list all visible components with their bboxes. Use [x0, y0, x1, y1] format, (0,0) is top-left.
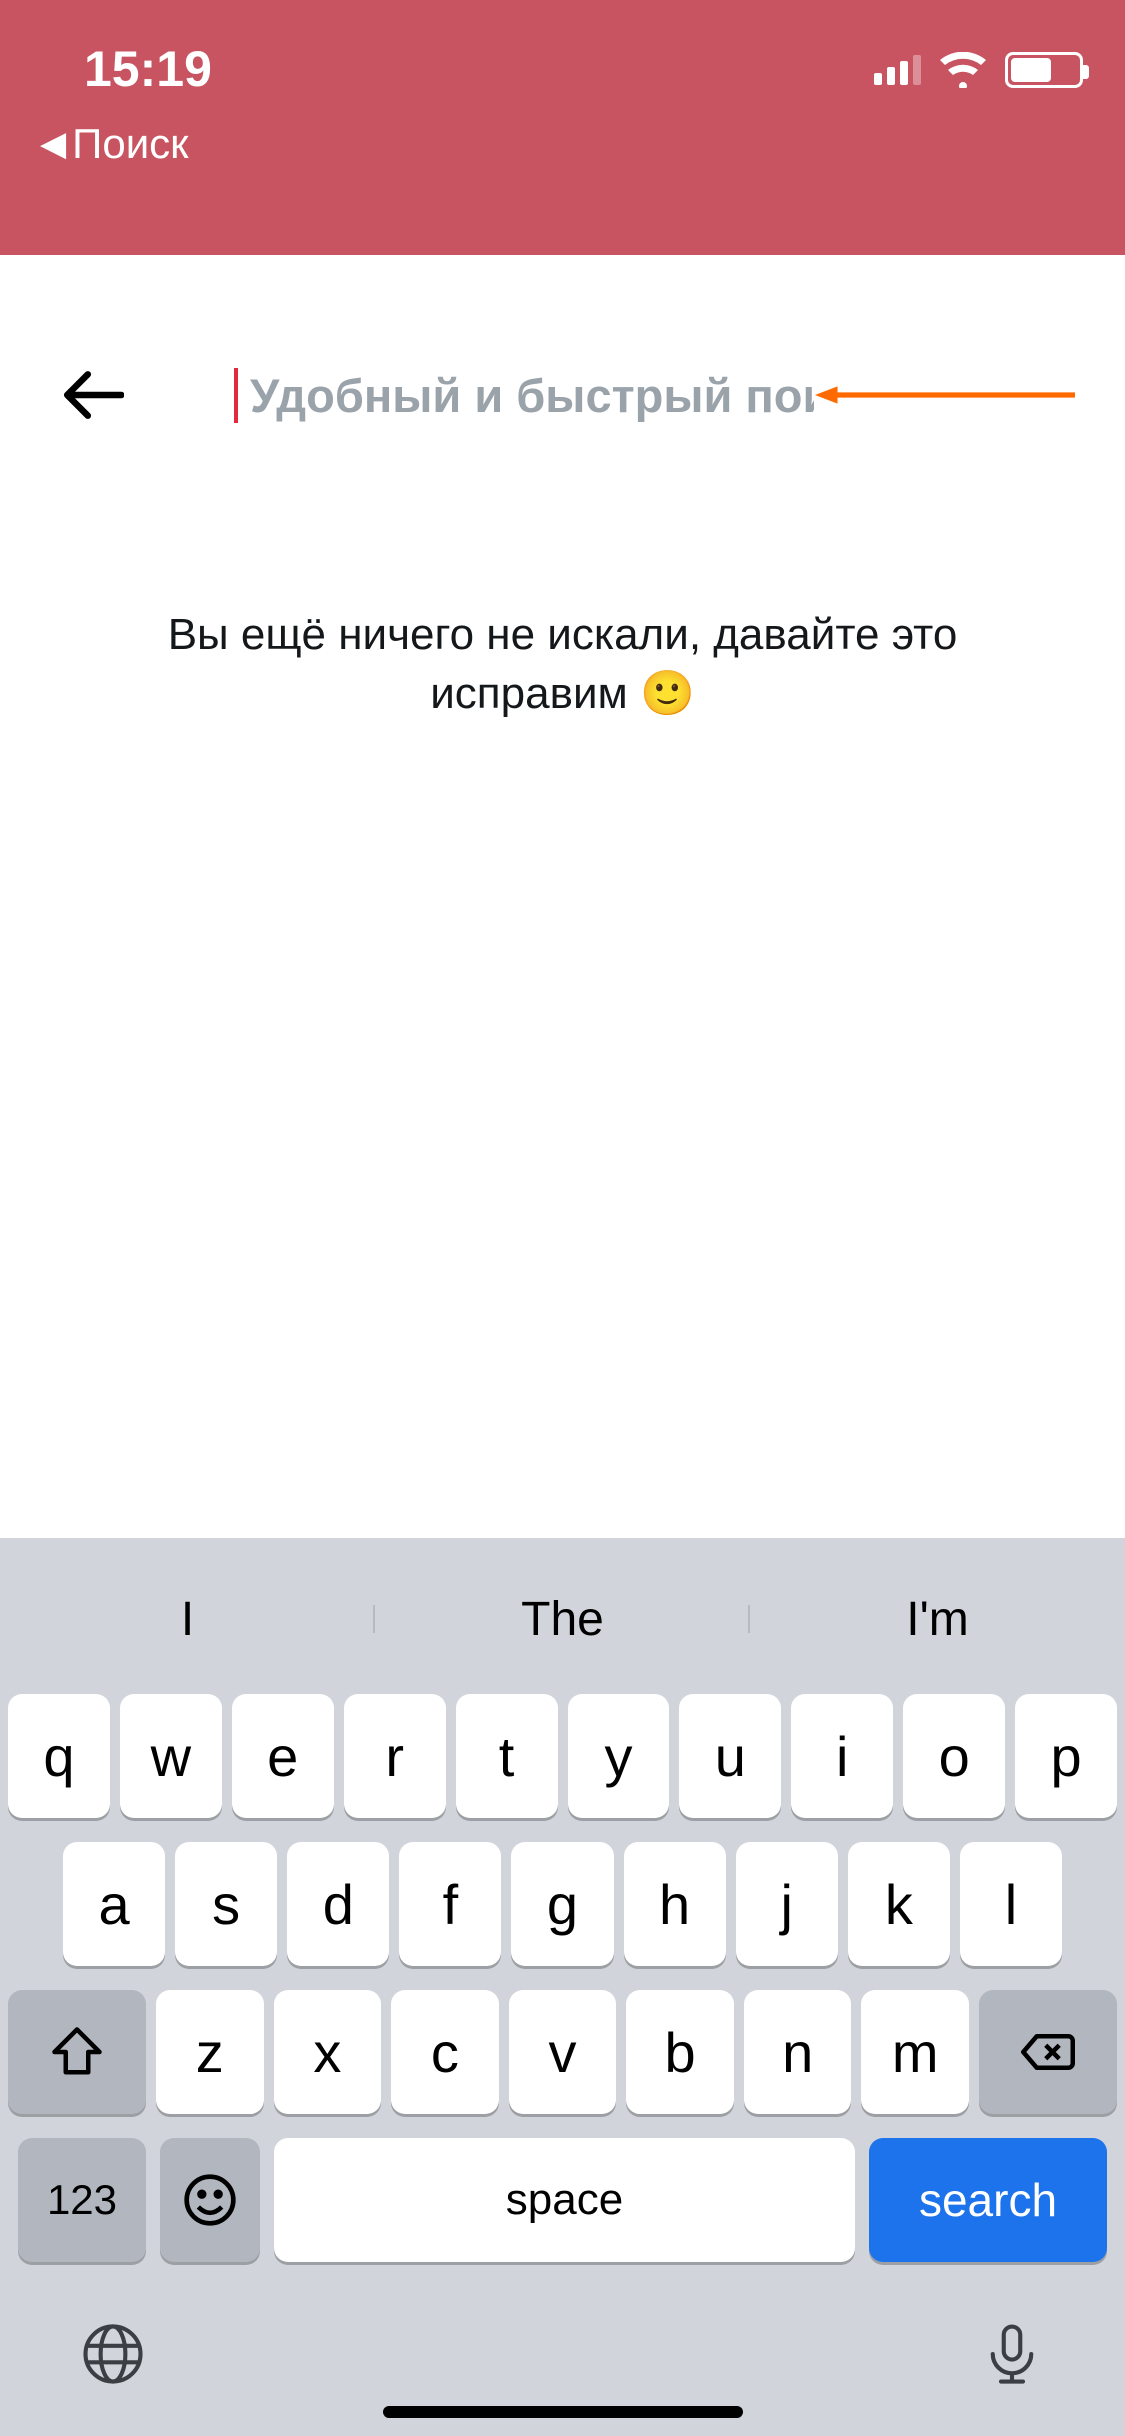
key-k[interactable]: k	[848, 1842, 950, 1966]
app-sheet: Вы ещё ничего не искали, давайте это исп…	[0, 255, 1125, 2436]
suggestion[interactable]: I	[0, 1592, 375, 1647]
cellular-icon	[874, 55, 921, 85]
key-d[interactable]: d	[287, 1842, 389, 1966]
chevron-left-icon: ◀	[40, 124, 66, 164]
annotation-arrow-icon	[814, 383, 1075, 407]
key-n[interactable]: n	[744, 1990, 852, 2114]
status-bar: 15:19 ◀ Поиск	[0, 0, 1125, 255]
key-b[interactable]: b	[626, 1990, 734, 2114]
key-s[interactable]: s	[175, 1842, 277, 1966]
key-p[interactable]: p	[1015, 1694, 1117, 1818]
key-v[interactable]: v	[509, 1990, 617, 2114]
key-shift[interactable]	[8, 1990, 146, 2114]
keyboard: I The I'm q w e r t y u i o p a s d f	[0, 1538, 1125, 2436]
key-l[interactable]: l	[960, 1842, 1062, 1966]
keyboard-suggestions: I The I'm	[0, 1554, 1125, 1684]
key-y[interactable]: y	[568, 1694, 670, 1818]
key-g[interactable]: g	[511, 1842, 613, 1966]
globe-icon[interactable]	[80, 2321, 146, 2392]
key-o[interactable]: o	[903, 1694, 1005, 1818]
status-right-icons	[874, 52, 1083, 88]
key-c[interactable]: c	[391, 1990, 499, 2114]
key-r[interactable]: r	[344, 1694, 446, 1818]
status-back-to-app[interactable]: ◀ Поиск	[40, 120, 189, 168]
key-q[interactable]: q	[8, 1694, 110, 1818]
battery-icon	[1005, 52, 1083, 88]
back-button[interactable]	[62, 364, 124, 426]
empty-state-message: Вы ещё ничего не искали, давайте это исп…	[0, 605, 1125, 724]
mic-icon[interactable]	[979, 2321, 1045, 2392]
key-z[interactable]: z	[156, 1990, 264, 2114]
key-x[interactable]: x	[274, 1990, 382, 2114]
key-i[interactable]: i	[791, 1694, 893, 1818]
status-time: 15:19	[84, 40, 212, 98]
suggestion[interactable]: The	[375, 1592, 750, 1647]
suggestion[interactable]: I'm	[750, 1592, 1125, 1647]
home-indicator[interactable]	[383, 2406, 743, 2418]
key-emoji[interactable]	[160, 2138, 260, 2262]
search-header	[0, 255, 1125, 475]
key-t[interactable]: t	[456, 1694, 558, 1818]
key-f[interactable]: f	[399, 1842, 501, 1966]
key-w[interactable]: w	[120, 1694, 222, 1818]
key-h[interactable]: h	[624, 1842, 726, 1966]
key-u[interactable]: u	[679, 1694, 781, 1818]
key-j[interactable]: j	[736, 1842, 838, 1966]
status-back-to-app-label: Поиск	[72, 120, 188, 168]
key-m[interactable]: m	[861, 1990, 969, 2114]
key-space[interactable]: space	[274, 2138, 855, 2262]
wifi-icon	[939, 52, 987, 88]
key-numeric[interactable]: 123	[18, 2138, 146, 2262]
search-input[interactable]	[234, 368, 814, 423]
key-a[interactable]: a	[63, 1842, 165, 1966]
key-backspace[interactable]	[979, 1990, 1117, 2114]
key-e[interactable]: e	[232, 1694, 334, 1818]
key-search[interactable]: search	[869, 2138, 1107, 2262]
